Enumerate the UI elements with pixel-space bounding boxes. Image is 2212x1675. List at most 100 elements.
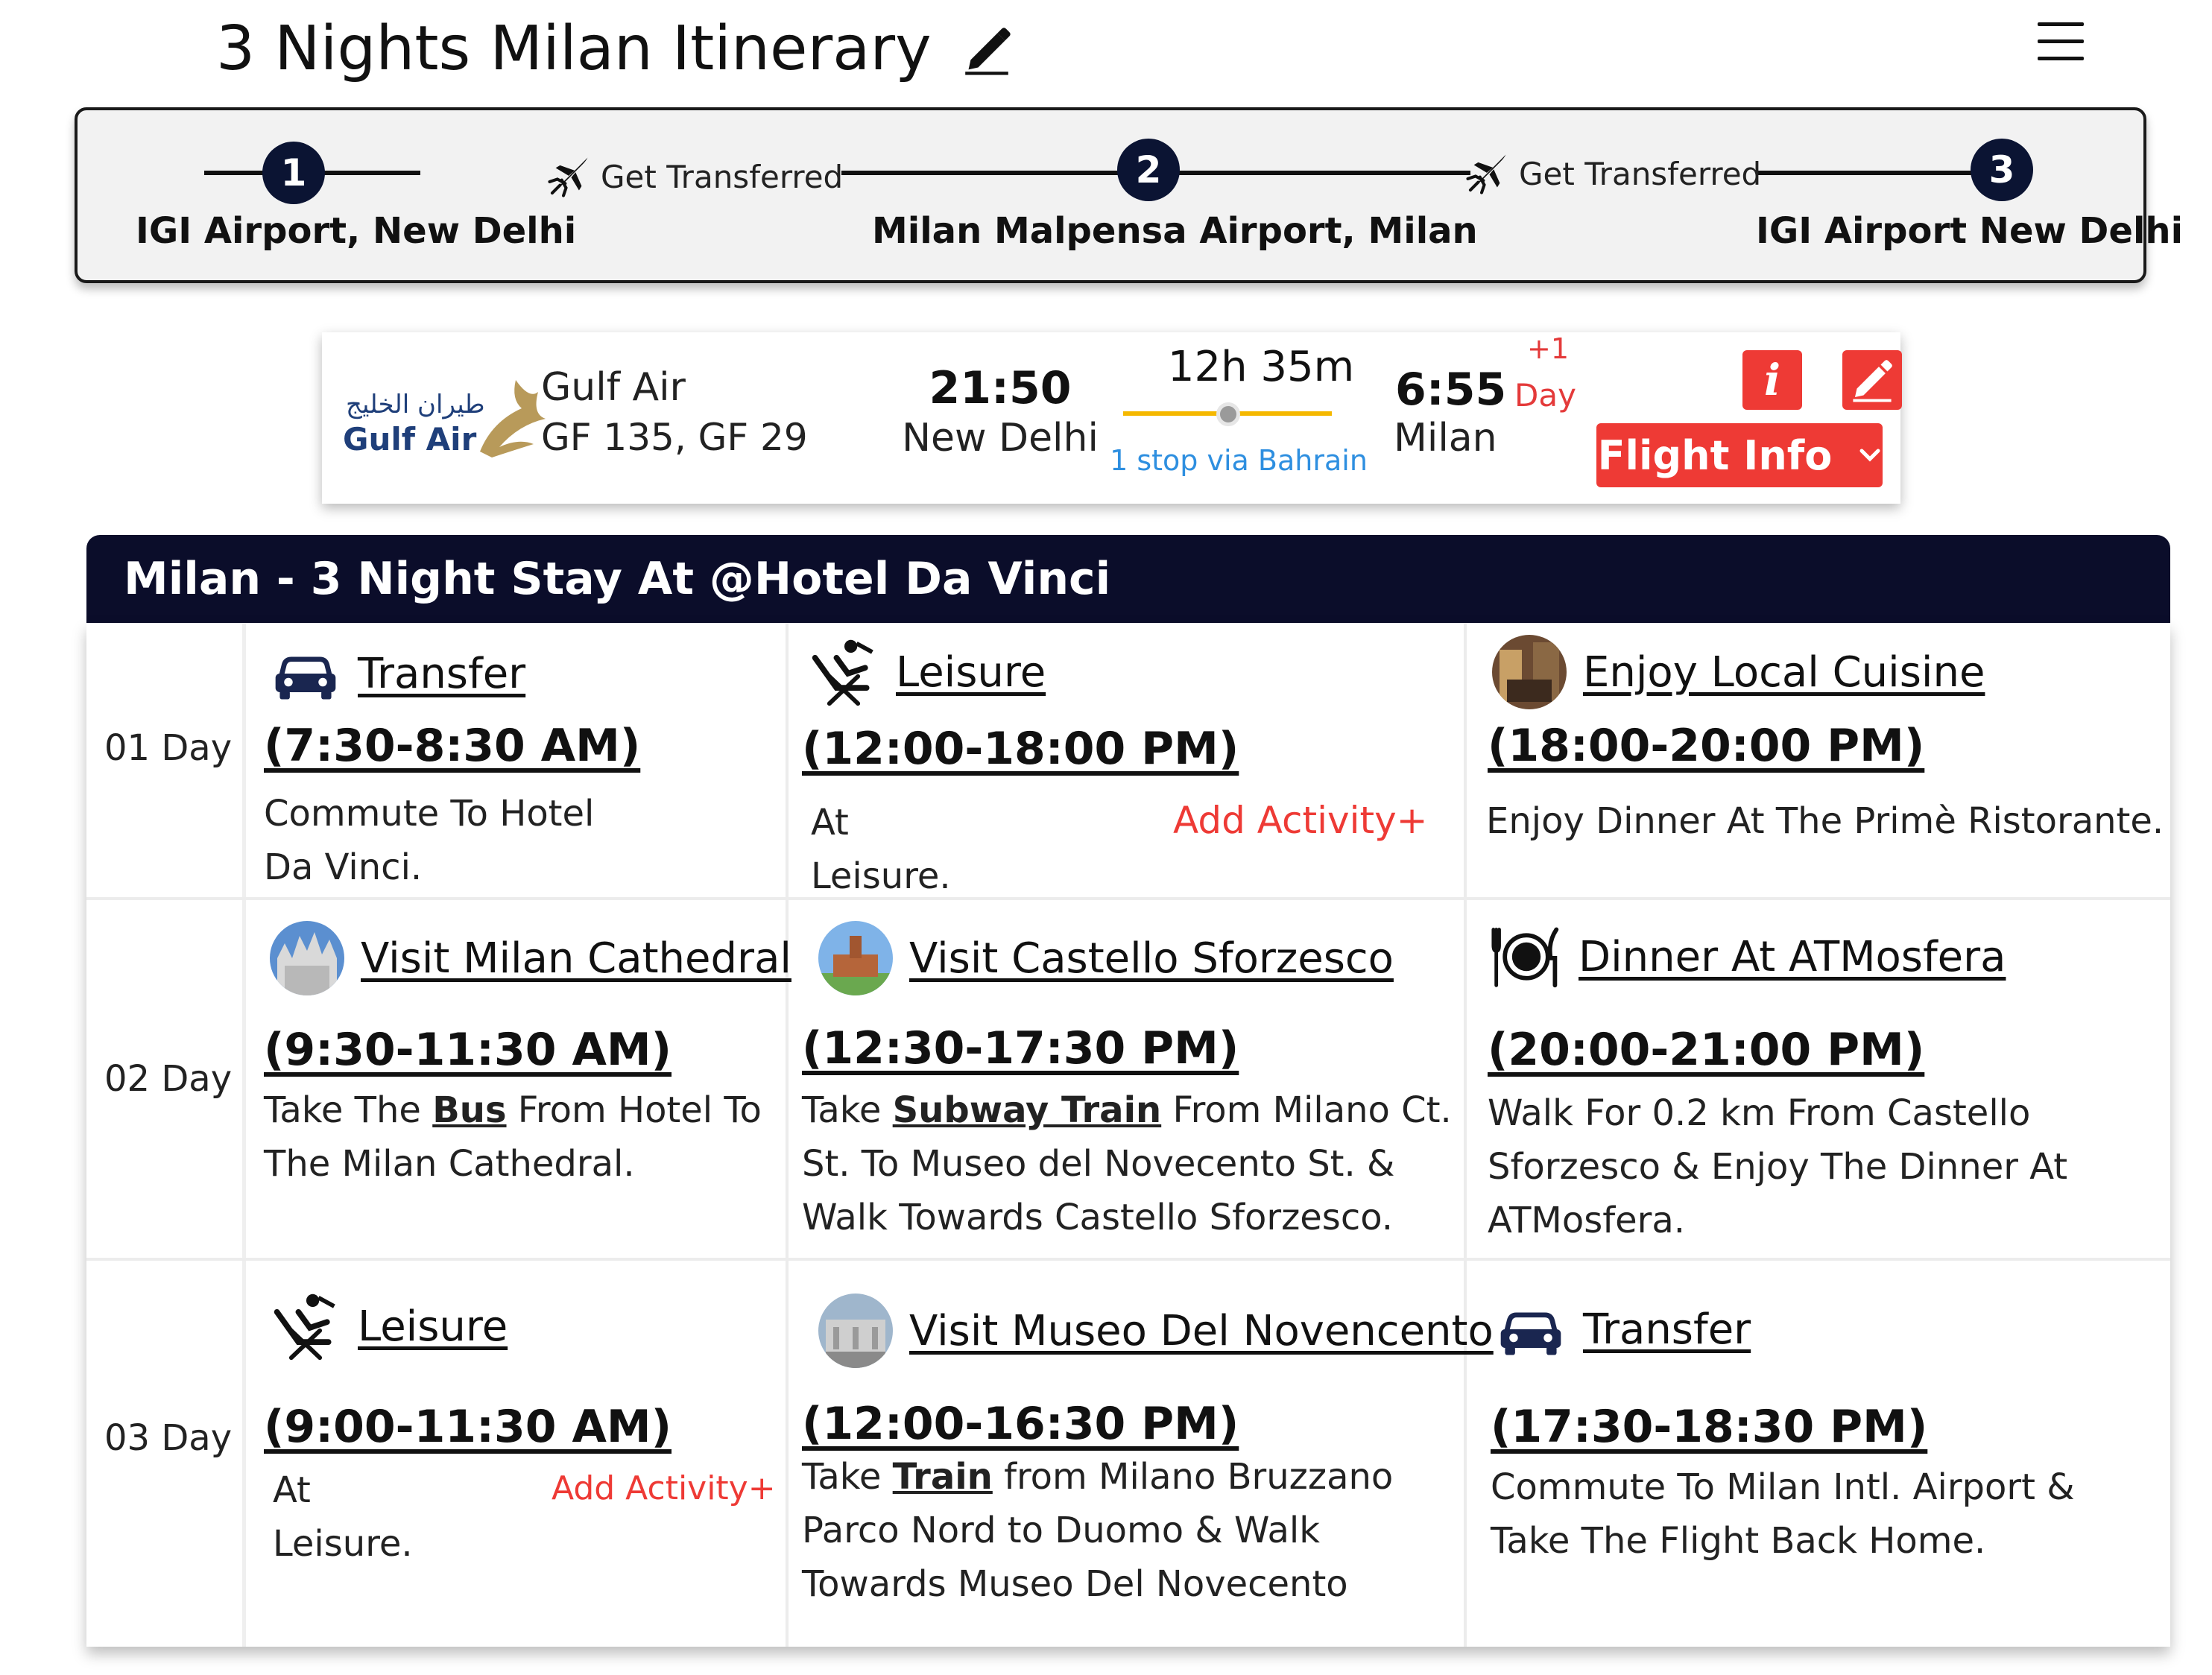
desc-text: From Milano Ct.: [1161, 1089, 1452, 1131]
dinner-plate-icon: [1491, 921, 1562, 992]
activity-description: Commute To Milan Intl. Airport & Take Th…: [1491, 1460, 2146, 1568]
activity-title-link[interactable]: Visit Milan Cathedral: [361, 934, 791, 983]
departure-time: 21:50: [929, 362, 1072, 414]
day-label-2: 02 Day: [104, 1058, 233, 1100]
desc-bold-link[interactable]: Train: [893, 1456, 993, 1498]
departure-city: New Delhi: [902, 416, 1099, 460]
activity-time: (7:30-8:30 AM): [264, 720, 641, 772]
itinerary-grid: 01 Day 02 Day 03 Day Transfer (7:30-8:30…: [86, 623, 2170, 1647]
cathedral-photo: [270, 921, 344, 995]
desc-line: Towards Museo Del Novecento: [802, 1563, 1348, 1605]
page-title: 3 Nights Milan Itinerary: [216, 13, 1014, 84]
desc-line: Parco Nord to Duomo & Walk: [802, 1510, 1320, 1551]
column-divider: [1464, 623, 1467, 1647]
row-divider: [86, 897, 2170, 900]
hamburger-menu-icon[interactable]: [2038, 22, 2084, 64]
desc-line: Walk For 0.2 km From Castello: [1488, 1092, 2031, 1134]
activity-time: (20:00-21:00 PM): [1488, 1024, 1925, 1076]
activity-title-link[interactable]: Enjoy Local Cuisine: [1583, 648, 1985, 697]
edit-pencil-icon[interactable]: [960, 22, 1014, 76]
arrival-time: 6:55: [1395, 364, 1507, 416]
flight-info-button[interactable]: Flight Info: [1596, 423, 1883, 487]
desc-text: Take The: [264, 1089, 433, 1131]
desc-line: Commute To Hotel: [264, 793, 595, 835]
step-3-name: IGI Airport New Delhi: [1756, 210, 2184, 252]
step-1-name: IGI Airport, New Delhi: [136, 210, 577, 252]
day-offset-label: Day: [1514, 377, 1576, 414]
activity-time: (12:00-18:00 PM): [802, 723, 1239, 775]
day-offset: +1: [1527, 332, 1570, 365]
day-label-3: 03 Day: [104, 1417, 233, 1459]
column-divider: [786, 623, 789, 1647]
activity-description: Take Subway Train From Milano Ct. St. To…: [802, 1083, 1458, 1244]
desc-text: Take: [802, 1089, 893, 1131]
desc-line: Commute To Milan Intl. Airport &: [1491, 1466, 2075, 1508]
activity-time: (17:30-18:30 PM): [1491, 1401, 1928, 1453]
desc-line: ATMosfera.: [1488, 1200, 1686, 1241]
activity-title-link[interactable]: Dinner At ATMosfera: [1579, 933, 2006, 981]
desc-line: St. To Museo del Novecento St. &: [802, 1143, 1395, 1185]
row-divider: [86, 1258, 2170, 1261]
transfer-text: Get Transferred: [601, 158, 844, 195]
car-icon: [1495, 1294, 1567, 1365]
leisure-icon: [270, 1291, 341, 1362]
edit-flight-button[interactable]: [1842, 350, 1902, 410]
step-1-circle: 1: [262, 142, 325, 204]
transfer-label-2: Get Transferred: [1465, 152, 1761, 195]
activity-title-link[interactable]: Transfer: [1583, 1305, 1751, 1354]
transfer-label-1: Get Transferred: [547, 155, 843, 198]
info-button[interactable]: i: [1742, 350, 1802, 410]
transfer-text: Get Transferred: [1519, 155, 1762, 192]
stop-dot: [1216, 402, 1240, 426]
activity-description: At Leisure.: [273, 1469, 413, 1565]
add-activity-link[interactable]: Add Activity+: [552, 1469, 776, 1507]
activity-time: (9:00-11:30 AM): [264, 1401, 672, 1453]
flight-info-label: Flight Info: [1597, 431, 1833, 479]
desc-line: The Milan Cathedral.: [264, 1143, 635, 1185]
leisure-icon: [808, 636, 879, 708]
day-label-1: 01 Day: [104, 727, 233, 769]
airline-name: Gulf Air: [541, 365, 686, 410]
activity-title-link[interactable]: Transfer: [358, 650, 525, 698]
activity-description: At Leisure.: [811, 802, 951, 897]
activity-title-link[interactable]: Visit Castello Sforzesco: [909, 934, 1394, 983]
desc-line: Walk Towards Castello Sforzesco.: [802, 1197, 1393, 1238]
edit-pencil-icon: [1853, 360, 1892, 402]
desc-line: Take The Flight Back Home.: [1491, 1520, 1986, 1562]
airplane-icon: [547, 155, 590, 198]
route-line: [841, 171, 1132, 175]
step-3-circle: 3: [1971, 139, 2033, 201]
car-icon: [270, 638, 341, 709]
info-icon: i: [1763, 355, 1781, 405]
logo-english-text: Gulf Air: [343, 421, 477, 457]
desc-bold-link[interactable]: Subway Train: [893, 1089, 1162, 1131]
activity-title-link[interactable]: Leisure: [896, 648, 1046, 697]
day-column: 01 Day 02 Day 03 Day: [86, 623, 246, 1647]
gulf-air-logo: طيران الخليج Gulf Air: [343, 370, 559, 466]
desc-bold-link[interactable]: Bus: [432, 1089, 506, 1131]
route-stepper: 1 2 3 Get Transferred Get Transferred IG…: [75, 107, 2183, 283]
activity-description: Take Train from Milano Bruzzano Parco No…: [802, 1450, 1458, 1611]
activity-time: (9:30-11:30 AM): [264, 1024, 672, 1076]
activity-title-link[interactable]: Visit Museo Del Novencento: [909, 1307, 1494, 1355]
desc-text: Take: [802, 1456, 893, 1498]
route-line: [1176, 171, 1470, 175]
museum-photo: [818, 1294, 893, 1368]
step-2-name: Milan Malpensa Airport, Milan: [872, 210, 1478, 252]
activity-description: Commute To Hotel Da Vinci.: [264, 787, 756, 894]
activity-description: Take The Bus From Hotel To The Milan Cat…: [264, 1083, 771, 1191]
activity-description: Walk For 0.2 km From Castello Sforzesco …: [1488, 1086, 2143, 1247]
activity-description: Enjoy Dinner At The Primè Ristorante.: [1486, 800, 2164, 842]
desc-text: From Hotel To: [506, 1089, 762, 1131]
step-2-circle: 2: [1117, 139, 1180, 201]
flight-duration: 12h 35m: [1167, 343, 1355, 391]
flight-numbers: GF 135, GF 29: [541, 416, 808, 459]
stop-info: 1 stop via Bahrain: [1110, 444, 1368, 477]
activity-title-link[interactable]: Leisure: [358, 1302, 508, 1351]
stay-header: Milan - 3 Night Stay At @Hotel Da Vinci: [86, 535, 2170, 623]
activity-time: (12:00-16:30 PM): [802, 1398, 1239, 1450]
airplane-icon: [1465, 152, 1508, 195]
logo-arabic-text: طيران الخليج: [346, 390, 485, 419]
add-activity-link[interactable]: Add Activity+: [1173, 799, 1428, 842]
castle-photo: [818, 921, 893, 995]
